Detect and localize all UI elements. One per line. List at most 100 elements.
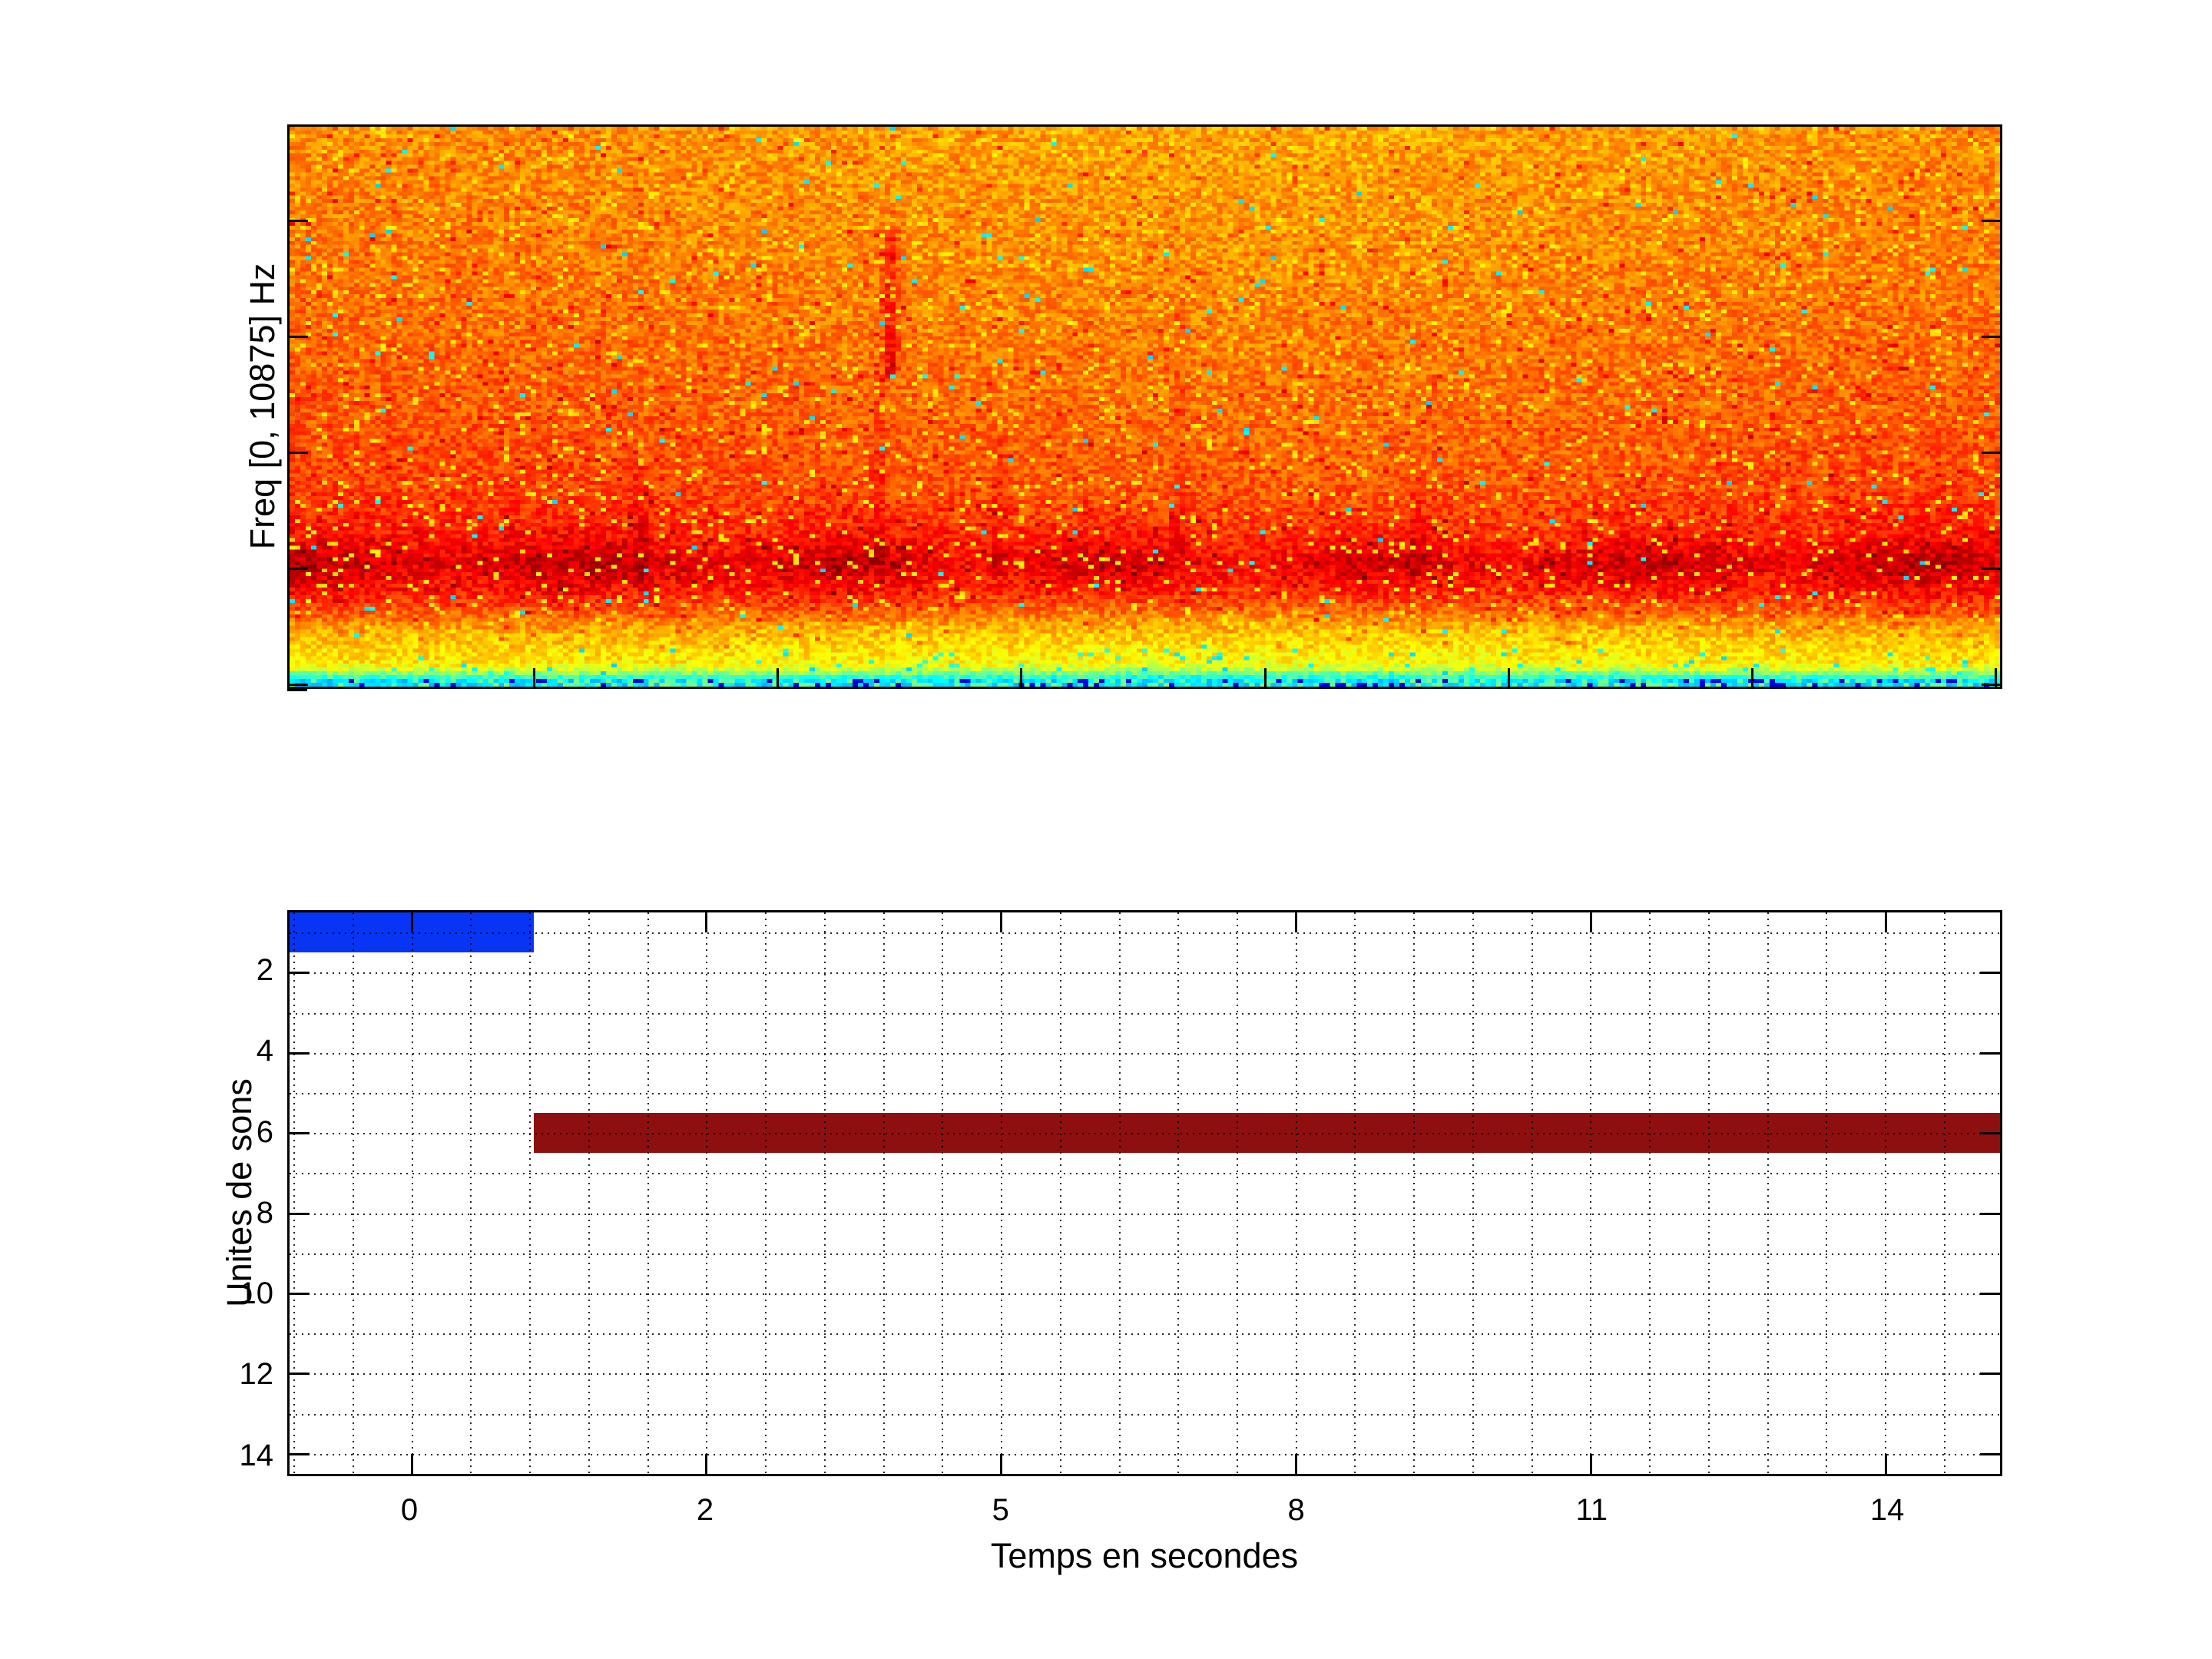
spectrogram-y-tick <box>290 684 308 687</box>
units-x-tick <box>1589 1454 1592 1474</box>
grid-line-horizontal <box>290 1253 2000 1255</box>
spectrogram-x-tick <box>1020 668 1023 687</box>
units-y-tick <box>290 972 310 975</box>
grid-line-horizontal <box>290 1293 2000 1296</box>
grid-line-vertical <box>823 912 826 1474</box>
units-x-tick <box>1000 1454 1003 1474</box>
grid-line-vertical <box>1590 912 1592 1474</box>
x-tick-label: 14 <box>1869 1493 1905 1527</box>
spectrogram-ylabel: Freq [0, 10875] Hz <box>243 263 282 550</box>
x-tick-label: 2 <box>696 1493 714 1527</box>
grid-line-vertical <box>1237 912 1238 1474</box>
y-tick-label: 8 <box>256 1195 273 1230</box>
grid-line-horizontal <box>290 1373 2000 1376</box>
y-tick-label: 4 <box>256 1034 273 1068</box>
units-y-tick <box>1980 1373 2000 1376</box>
units-x-tick <box>410 912 413 932</box>
grid-line-vertical <box>1472 912 1474 1474</box>
grid-line-vertical <box>352 912 354 1474</box>
grid-line-vertical <box>1885 912 1887 1474</box>
units-x-tick <box>410 1454 413 1474</box>
units-x-tick <box>1000 912 1003 932</box>
grid-line-horizontal <box>290 1213 2000 1215</box>
units-x-tick <box>705 912 708 932</box>
grid-line-vertical <box>293 912 296 1474</box>
grid-line-vertical <box>1649 912 1651 1474</box>
units-y-tick <box>1980 1051 2000 1055</box>
grid-line-horizontal <box>290 1333 2000 1336</box>
units-y-tick <box>1980 1293 2000 1296</box>
grid-line-vertical <box>1177 912 1180 1474</box>
grid-line-vertical <box>647 912 649 1474</box>
grid-line-horizontal <box>290 1413 2000 1416</box>
units-x-tick <box>1884 1454 1887 1474</box>
units-x-tick <box>1589 912 1592 932</box>
grid-line-vertical <box>1943 912 1945 1474</box>
spectrogram-y-tick <box>1982 219 2000 222</box>
units-x-tick <box>1295 912 1298 932</box>
grid-line-horizontal <box>290 1133 2000 1135</box>
units-x-tick <box>1295 1454 1298 1474</box>
grid-line-horizontal <box>290 1453 2000 1455</box>
grid-line-horizontal <box>290 1092 2000 1094</box>
grid-line-horizontal <box>290 1173 2000 1175</box>
time-xlabel: Temps en secondes <box>990 1536 1299 1575</box>
spectrogram-image <box>290 127 2000 687</box>
units-y-tick <box>1980 972 2000 975</box>
grid-line-vertical <box>1001 912 1003 1474</box>
corner-tick <box>287 687 307 691</box>
grid-line-vertical <box>882 912 885 1474</box>
matlab-figure: Freq [0, 10875] Hz Unites de sons Temps … <box>0 0 2212 1659</box>
spectrogram-x-tick <box>1750 668 1753 687</box>
grid-line-vertical <box>588 912 590 1474</box>
grid-line-vertical <box>1413 912 1416 1474</box>
spectrogram-x-tick <box>533 668 536 687</box>
grid-line-vertical <box>470 912 472 1474</box>
grid-line-vertical <box>1531 912 1533 1474</box>
spectrogram-y-tick <box>1982 684 2000 687</box>
units-x-tick <box>705 1454 708 1474</box>
units-x-tick <box>1884 912 1887 932</box>
grid-line-vertical <box>1118 912 1121 1474</box>
grid-line-horizontal <box>290 1052 2000 1055</box>
grid-line-horizontal <box>290 1012 2000 1015</box>
units-y-tick <box>290 1373 310 1376</box>
x-tick-label: 11 <box>1575 1493 1608 1527</box>
spectrogram-y-tick <box>1982 568 2000 571</box>
spectrogram-x-tick <box>777 668 780 687</box>
spectrogram-y-tick <box>290 452 308 455</box>
grid-line-vertical <box>529 912 531 1474</box>
spectrogram-y-tick <box>290 219 308 222</box>
x-tick-label: 8 <box>1287 1493 1305 1527</box>
y-tick-label: 6 <box>256 1114 273 1149</box>
spectrogram-y-tick <box>1982 452 2000 455</box>
grid-line-vertical <box>942 912 944 1474</box>
units-y-tick <box>1980 1212 2000 1215</box>
grid-line-horizontal <box>290 972 2000 975</box>
y-tick-label: 10 <box>239 1277 274 1311</box>
grid-line-vertical <box>1295 912 1297 1474</box>
units-y-tick <box>1980 1132 2000 1135</box>
spectrogram-y-tick <box>290 335 308 338</box>
spectrogram-x-tick <box>1263 668 1267 687</box>
units-y-tick <box>290 1293 310 1296</box>
grid-line-vertical <box>1354 912 1356 1474</box>
units-y-tick <box>1980 1452 2000 1455</box>
grid-line-vertical <box>1059 912 1061 1474</box>
spectrogram-x-tick <box>1507 668 1510 687</box>
spectrogram-y-tick <box>290 568 308 571</box>
grid-line-horizontal <box>290 932 2000 935</box>
spectrogram-y-tick <box>1982 335 2000 338</box>
units-y-tick <box>290 1051 310 1055</box>
units-y-tick <box>290 1132 310 1135</box>
grid-line-vertical <box>1826 912 1828 1474</box>
grid-line-vertical <box>411 912 413 1474</box>
grid-line-vertical <box>706 912 708 1474</box>
y-tick-label: 2 <box>256 953 273 988</box>
grid-line-vertical <box>1767 912 1769 1474</box>
units-ylabel: Unites de sons <box>220 1078 259 1307</box>
spectrogram-plot <box>287 124 2002 691</box>
grid-line-vertical <box>1707 912 1710 1474</box>
units-y-tick <box>290 1452 310 1455</box>
units-y-tick <box>290 1212 310 1215</box>
